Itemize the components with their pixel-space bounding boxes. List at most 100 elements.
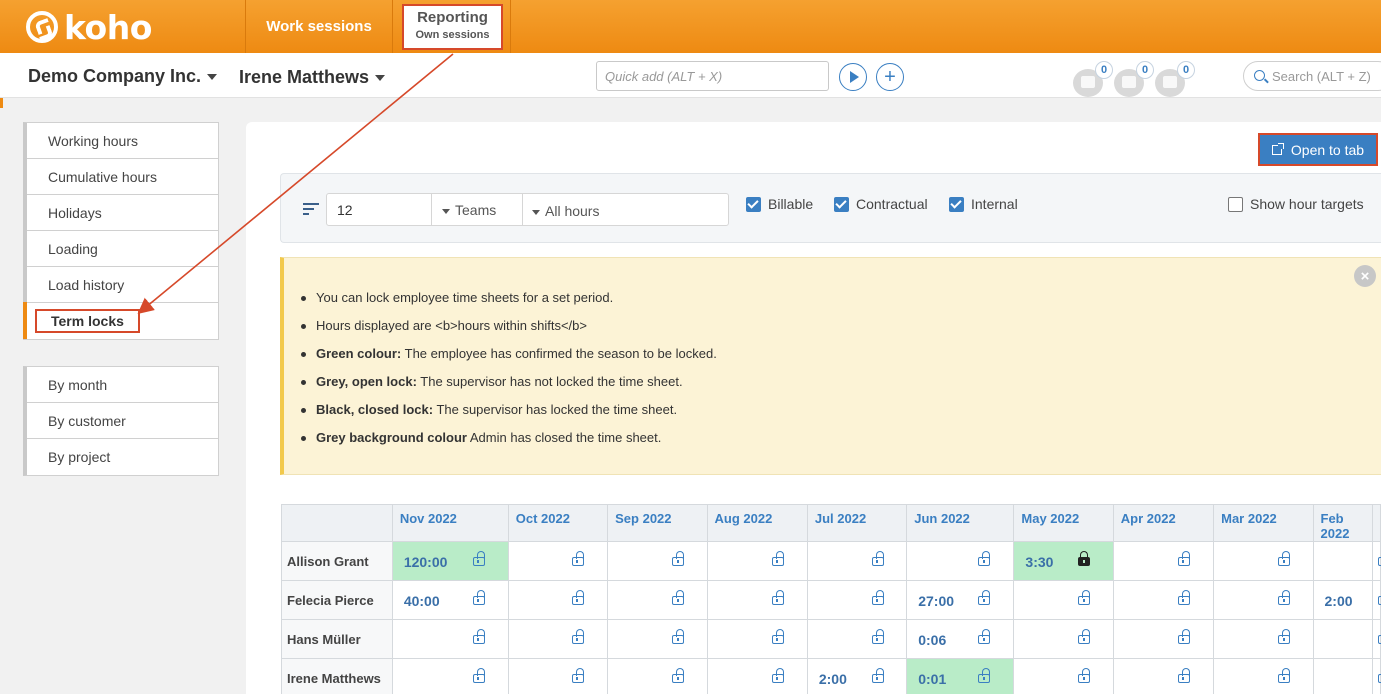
month-cell[interactable] [391,658,509,694]
month-cell[interactable] [507,541,609,581]
lock-open-icon[interactable] [771,551,784,566]
lock-open-icon[interactable] [571,551,584,566]
month-cell[interactable] [806,541,908,581]
notification-messages[interactable]: 0 [1155,61,1195,97]
lock-open-icon[interactable] [871,551,884,566]
lock-open-icon[interactable] [1278,668,1291,683]
column-header[interactable]: Sep 2022 [607,504,708,542]
lock-open-icon[interactable] [1078,629,1091,644]
month-cell[interactable] [1013,658,1114,694]
menu-item-holidays[interactable]: Holidays [27,195,218,231]
lock-open-icon[interactable] [571,629,584,644]
month-cell[interactable] [607,580,708,620]
global-search[interactable] [1243,61,1381,91]
menu-item-by-project[interactable]: By project [27,439,218,475]
month-cell[interactable]: 0:01 [906,658,1015,694]
menu-item-by-month[interactable]: By month [27,367,218,403]
month-cell[interactable] [1213,580,1314,620]
month-cell[interactable] [1112,619,1215,659]
lock-open-icon[interactable] [1278,629,1291,644]
month-cell[interactable] [806,619,908,659]
quick-add-input[interactable] [596,61,829,91]
start-timer-button[interactable] [839,63,867,91]
menu-item-loading[interactable]: Loading [27,231,218,267]
lock-open-icon[interactable] [472,551,485,566]
lock-open-icon[interactable] [672,668,685,683]
menu-item-term-locks[interactable]: Term locks [23,302,218,339]
lock-open-icon[interactable] [1278,551,1291,566]
lock-open-icon[interactable] [978,590,991,605]
month-cell[interactable] [806,580,908,620]
lock-open-icon[interactable] [1278,590,1291,605]
month-cell[interactable] [391,619,509,659]
column-header[interactable]: Mar 2022 [1213,504,1314,542]
koho-logo[interactable]: koho [26,8,152,47]
column-header[interactable]: Apr 2022 [1112,504,1215,542]
month-cell[interactable]: 3:30 [1013,541,1114,581]
lock-open-icon[interactable] [1177,629,1190,644]
lock-open-icon[interactable] [978,551,991,566]
column-header[interactable]: Feb 2022 [1312,504,1373,542]
month-cell[interactable] [607,541,708,581]
column-header[interactable]: Nov 2022 [391,504,509,542]
filter-icon[interactable] [303,203,319,215]
lock-open-icon[interactable] [978,668,991,683]
lock-closed-icon[interactable] [1078,551,1091,566]
notification-tasks[interactable]: 0 [1073,61,1113,97]
open-to-tab-button[interactable]: Open to tab [1258,133,1378,166]
person-selector[interactable]: Irene Matthews [239,67,386,88]
column-header[interactable]: Aug 2022 [706,504,808,542]
month-count-field[interactable]: 12 [327,194,432,225]
month-cell[interactable] [1213,541,1314,581]
close-notice-icon[interactable]: × [1354,265,1376,287]
month-cell[interactable] [1213,619,1314,659]
month-cell[interactable]: 120:00 [391,541,509,581]
lock-open-icon[interactable] [472,668,485,683]
month-cell[interactable]: 27:00 [906,580,1015,620]
lock-open-icon[interactable] [1177,590,1190,605]
company-selector[interactable]: Demo Company Inc. [28,66,218,87]
internal-checkbox[interactable]: Internal [949,195,1018,213]
column-header[interactable]: May 2022 [1013,504,1114,542]
lock-open-icon[interactable] [771,590,784,605]
hours-dropdown[interactable]: All hours [523,194,728,225]
month-cell[interactable]: 2:00 [806,658,908,694]
column-header[interactable]: Oct 2022 [507,504,609,542]
month-cell[interactable] [507,580,609,620]
lock-open-icon[interactable] [1078,668,1091,683]
month-cell[interactable] [706,580,808,620]
menu-item-cumulative-hours[interactable]: Cumulative hours [27,159,218,195]
lock-open-icon[interactable] [672,590,685,605]
lock-open-icon[interactable] [1177,551,1190,566]
column-header[interactable]: Jul 2022 [806,504,908,542]
month-cell[interactable] [1013,580,1114,620]
month-cell[interactable]: 2:00 [1312,580,1381,620]
lock-open-icon[interactable] [472,629,485,644]
menu-item-load-history[interactable]: Load history [27,267,218,303]
month-cell[interactable] [1312,619,1381,659]
teams-dropdown[interactable]: Teams [432,194,523,225]
lock-open-icon[interactable] [571,590,584,605]
month-cell[interactable] [1312,541,1381,581]
lock-open-icon[interactable] [672,629,685,644]
month-cell[interactable]: 0:06 [906,619,1015,659]
month-cell[interactable] [1112,658,1215,694]
contractual-checkbox[interactable]: Contractual [834,195,928,213]
lock-open-icon[interactable] [771,629,784,644]
nav-reporting[interactable]: Reporting Own sessions [402,4,503,50]
nav-work-sessions[interactable]: Work sessions [246,0,392,53]
lock-open-icon[interactable] [771,668,784,683]
month-cell[interactable]: 40:00 [391,580,509,620]
lock-open-icon[interactable] [571,668,584,683]
month-cell[interactable] [906,541,1015,581]
month-cell[interactable] [507,619,609,659]
lock-open-icon[interactable] [871,629,884,644]
show-hour-targets-checkbox[interactable]: Show hour targets [1228,195,1364,213]
lock-open-icon[interactable] [1078,590,1091,605]
month-cell[interactable] [706,658,808,694]
search-input[interactable] [1272,67,1381,85]
month-cell[interactable] [706,541,808,581]
billable-checkbox[interactable]: Billable [746,195,813,213]
month-cell[interactable] [1312,658,1381,694]
month-cell[interactable] [507,658,609,694]
